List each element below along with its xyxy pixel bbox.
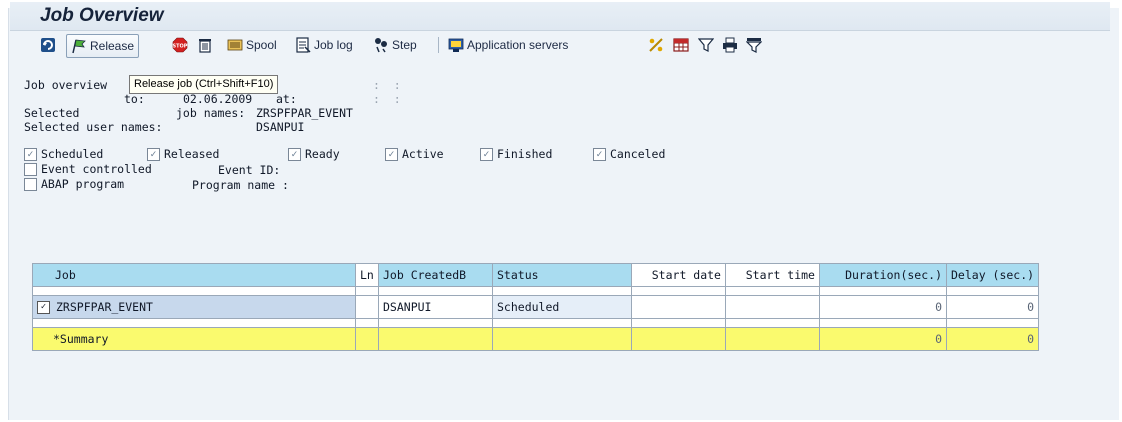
table-spacer-row [32,286,1040,296]
status-scheduled-checkbox[interactable]: ✓ Scheduled [24,147,103,161]
cell-status: Scheduled [492,295,632,319]
step-button[interactable]: Step [373,34,417,56]
summary-row[interactable]: *Summary 0 0 [32,327,1040,351]
cell-job[interactable]: ✓ ZRSPFPAR_EVENT [32,295,356,319]
checkbox-abap-program[interactable] [24,177,37,191]
summary-created-by [378,327,493,351]
to-date-value: 02.06.2009 [183,92,253,106]
spool-button[interactable]: Spool [227,34,277,56]
summary-ln [355,327,379,351]
release-button[interactable]: Release [66,34,140,58]
trash-icon [199,39,211,53]
selected-label: Selected [24,106,80,120]
cell-start-date [631,295,726,319]
col-header-ln[interactable]: Ln [355,263,379,287]
window-frame [8,8,1119,420]
stop-icon: STOP [173,37,188,53]
job-names-value: ZRSPFPAR_EVENT [256,106,353,120]
col-header-delay[interactable]: Delay (sec.) [945,263,1040,287]
refresh-icon [41,38,55,52]
summary-status [492,327,632,351]
cell-delay: 0 [945,295,1040,319]
summary-duration: 0 [819,327,947,351]
status-finished-checkbox[interactable]: ✓ Finished [480,147,552,161]
program-name-label: Program name : [192,178,289,192]
col-header-start-date[interactable]: Start date [631,263,726,287]
row-select-checkbox[interactable]: ✓ [37,301,50,314]
cell-duration: 0 [819,295,947,319]
job-log-button[interactable]: Job log [295,34,353,56]
funnel-icon [746,38,762,53]
summary-delay: 0 [945,327,1040,351]
table-header-row: Job Ln Job CreatedB Status Start date St… [32,263,1040,287]
flag-icon [72,39,86,54]
table-row[interactable]: ✓ ZRSPFPAR_EVENT DSANPUI Scheduled 0 0 [32,295,1040,319]
job-name: ZRSPFPAR_EVENT [56,300,153,314]
print-button[interactable] [722,34,741,56]
summary-start-date [631,327,726,351]
spool-label: Spool [246,38,277,52]
col-header-status[interactable]: Status [492,263,632,287]
to-label: to: [124,92,145,106]
abc-analysis-button[interactable] [648,34,667,56]
checkbox-event-controlled[interactable] [24,162,37,176]
application-toolbar: Release STOP Spool Job log Step Applicat… [10,31,1110,59]
status-canceled-checkbox[interactable]: ✓ Canceled [593,147,665,161]
cell-created-by: DSANPUI [378,295,493,319]
job-log-label: Job log [314,38,353,52]
checkbox-scheduled[interactable]: ✓ [24,147,37,161]
col-header-created-by[interactable]: Job CreatedB [378,263,493,287]
cell-ln [355,295,379,319]
summary-label: *Summary [32,327,356,351]
page-title: Job Overview [40,5,164,26]
checkbox-ready[interactable]: ✓ [288,147,301,161]
col-header-start-time[interactable]: Start time [725,263,820,287]
step-label: Step [392,38,417,52]
event-id-label: Event ID: [218,163,281,177]
event-controlled-checkbox[interactable]: Event controlled [24,162,152,176]
abap-program-checkbox[interactable]: ABAP program [24,177,124,191]
job-table: Job Ln Job CreatedB Status Start date St… [32,263,1040,351]
refresh-button[interactable] [40,34,59,56]
checkbox-finished[interactable]: ✓ [480,147,493,161]
filter-icon [698,38,714,52]
checkbox-released[interactable]: ✓ [147,147,160,161]
server-icon [448,38,464,52]
filter-button[interactable] [698,34,717,56]
checkbox-active[interactable]: ✓ [385,147,398,161]
job-overview-label: Job overview [24,78,108,92]
sort-filter-button[interactable] [746,34,765,56]
stop-button[interactable]: STOP [172,34,191,56]
release-tooltip: Release job (Ctrl+Shift+F10) [129,75,279,94]
release-label: Release [90,39,135,53]
layout-button[interactable] [673,34,692,56]
toolbar-separator [438,37,439,53]
user-names-value: DSANPUI [256,120,305,134]
step-icon [375,38,387,53]
title-bar: Job Overview [10,2,1110,31]
col-header-duration[interactable]: Duration(sec.) [819,263,947,287]
application-servers-label: Application servers [467,38,569,52]
cell-start-time [725,295,820,319]
job-names-label: job names: [176,106,246,120]
svg-text:STOP: STOP [173,44,188,50]
printer-icon [723,37,737,53]
summary-start-time [725,327,820,351]
table-spacer-row [32,318,1040,328]
grid-icon [673,38,689,52]
delete-button[interactable] [197,34,216,56]
status-active-checkbox[interactable]: ✓ Active [385,147,444,161]
log-icon [296,37,311,53]
col-header-job[interactable]: Job [32,263,356,287]
percent-icon [649,38,663,52]
user-names-label: Selected user names: [24,120,163,134]
at-label: at: [276,92,297,106]
status-ready-checkbox[interactable]: ✓ Ready [288,147,340,161]
application-servers-button[interactable]: Application servers [448,34,568,56]
status-released-checkbox[interactable]: ✓ Released [147,147,219,161]
checkbox-canceled[interactable]: ✓ [593,147,606,161]
spool-icon [227,39,243,51]
from-time-placeholder: : : [373,78,401,92]
to-time-placeholder: : : [373,92,401,106]
